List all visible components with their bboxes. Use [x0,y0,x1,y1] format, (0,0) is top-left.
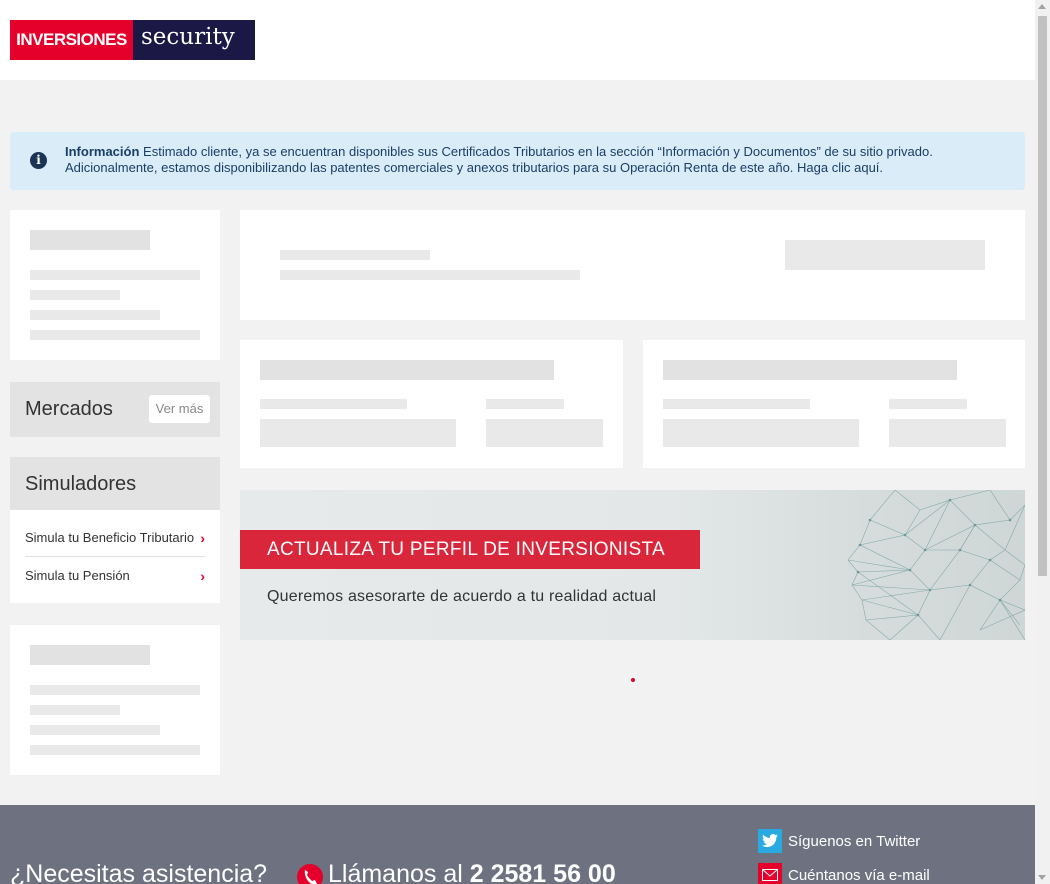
skeleton-line [30,310,160,320]
news-skeleton-card [10,625,220,775]
skeleton-button [785,240,985,270]
info-alert-text: Información Estimado cliente, ya se encu… [65,144,1015,176]
footer-call-text[interactable]: Llámanos al 2 2581 56 00 [328,860,616,884]
skeleton-block [260,419,456,447]
simula-pension-link[interactable]: Simula tu Pensión › [25,557,205,594]
simula-beneficio-tributario-link[interactable]: Simula tu Beneficio Tributario › [25,519,205,556]
skeleton-line [30,745,200,755]
banner-title: ACTUALIZA TU PERFIL DE INVERSIONISTA [240,530,700,569]
skeleton-line [30,645,150,665]
twitter-icon [758,829,782,853]
loading-spinner [631,678,635,682]
skeleton-line [30,230,150,250]
banner-subtitle: Queremos asesorarte de acuerdo a tu real… [267,588,657,605]
skeleton-block [889,419,1006,447]
skeleton-line [30,725,160,735]
footer-assist-heading: ¿Necesitas asistencia? [10,860,268,884]
site-header: INVERSIONES security [0,0,1035,80]
skeleton-line [260,399,407,409]
skeleton-line [486,399,564,409]
scroll-down-arrow-icon[interactable] [1038,875,1046,880]
actualiza-perfil-banner[interactable]: ACTUALIZA TU PERFIL DE INVERSIONISTA Que… [240,490,1025,640]
skeleton-line [663,399,810,409]
skeleton-line [30,705,120,715]
portfolio-skeleton-card [643,340,1025,468]
summary-skeleton-card [240,210,1025,320]
scroll-thumb[interactable] [1038,16,1047,576]
chevron-right-icon: › [200,567,205,584]
skeleton-line [889,399,967,409]
twitter-link-label: Síguenos en Twitter [788,832,921,850]
email-link[interactable]: Cuéntanos vía e-mail [758,863,930,884]
ver-mas-button[interactable]: Ver más [149,395,210,423]
profile-skeleton-card [10,210,220,360]
mercados-title: Mercados [25,398,113,420]
skeleton-block [663,419,859,447]
account-skeleton-card [240,340,623,468]
info-alert-line2: Adicionalmente, estamos disponibilizando… [65,160,855,175]
skeleton-line [30,270,200,280]
info-alert-line1: Estimado cliente, ya se encuentran dispo… [143,144,933,159]
skeleton-line [663,360,957,380]
skeleton-line [260,360,554,380]
phone-icon [297,864,323,884]
simuladores-header: Simuladores [10,457,220,510]
logo-security: security [133,20,255,60]
twitter-link[interactable]: Síguenos en Twitter [758,829,920,853]
simuladores-list: Simula tu Beneficio Tributario › Simula … [10,510,220,603]
skeleton-line [280,250,430,260]
simuladores-title: Simuladores [25,473,137,495]
skeleton-line [30,685,200,695]
skeleton-line [280,270,580,280]
mercados-header: Mercados Ver más [10,382,220,437]
skeleton-block [486,419,603,447]
page-scrollbar[interactable] [1035,0,1050,884]
email-icon [758,863,782,884]
email-link-label: Cuéntanos vía e-mail [788,866,930,884]
site-footer: ¿Necesitas asistencia? Llámanos al 2 258… [0,805,1035,884]
scroll-up-arrow-icon[interactable] [1038,4,1046,9]
chevron-right-icon: › [200,529,205,546]
simula-item-label: Simula tu Beneficio Tributario [25,530,195,545]
info-alert: i Información Estimado cliente, ya se en… [10,132,1025,190]
skeleton-line [30,290,120,300]
wireframe-face-illustration [847,490,1025,640]
footer-call-prefix: Llámanos al [328,860,470,884]
skeleton-line [30,330,200,340]
info-alert-link[interactable]: aquí. [854,160,883,175]
info-icon: i [30,152,47,169]
inversiones-security-logo[interactable]: INVERSIONES security [10,20,255,60]
logo-inversiones: INVERSIONES [10,20,133,60]
info-alert-title: Información [65,144,140,159]
footer-phone-number: 2 2581 56 00 [469,860,616,884]
simula-item-label: Simula tu Pensión [25,568,130,583]
